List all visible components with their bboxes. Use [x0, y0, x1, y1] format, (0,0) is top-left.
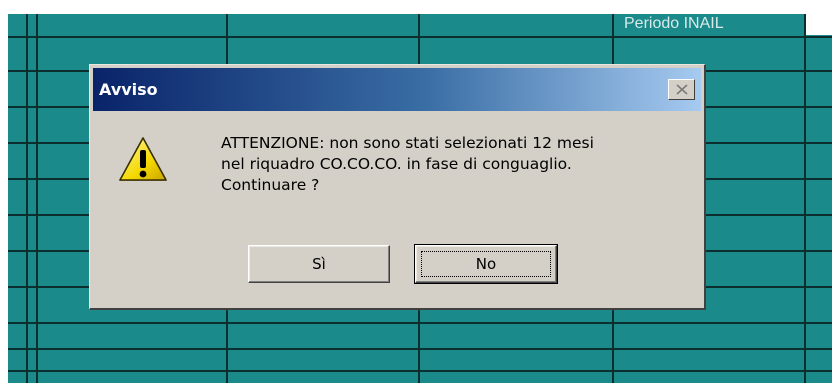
message-line: ATTENZIONE: non sono stati selezionati 1… [221, 134, 594, 152]
column-header-periodo-inail[interactable]: Periodo INAIL [614, 14, 804, 38]
close-icon [676, 84, 688, 95]
dialog-titlebar[interactable]: Avviso [93, 68, 701, 111]
grid-hline [8, 322, 832, 324]
no-button-label: No [475, 255, 497, 273]
warning-icon [119, 137, 167, 181]
grid-hline [8, 370, 832, 372]
yes-button[interactable]: Sì [248, 245, 390, 283]
screen: Periodo INAIL Avviso ATTENZIONE: non son… [0, 0, 832, 383]
alert-dialog: Avviso ATTENZIONE: non sono stati selezi… [89, 64, 706, 310]
message-line: Continuare ? [221, 176, 320, 194]
message-line: nel riquadro CO.CO.CO. in fase di congua… [221, 155, 572, 173]
close-button[interactable] [668, 79, 695, 100]
grid-hline [8, 348, 832, 350]
sheet-corner [806, 14, 832, 35]
no-button[interactable]: No [414, 244, 558, 284]
dialog-message: ATTENZIONE: non sono stati selezionati 1… [221, 133, 691, 196]
dialog-title: Avviso [99, 80, 158, 99]
